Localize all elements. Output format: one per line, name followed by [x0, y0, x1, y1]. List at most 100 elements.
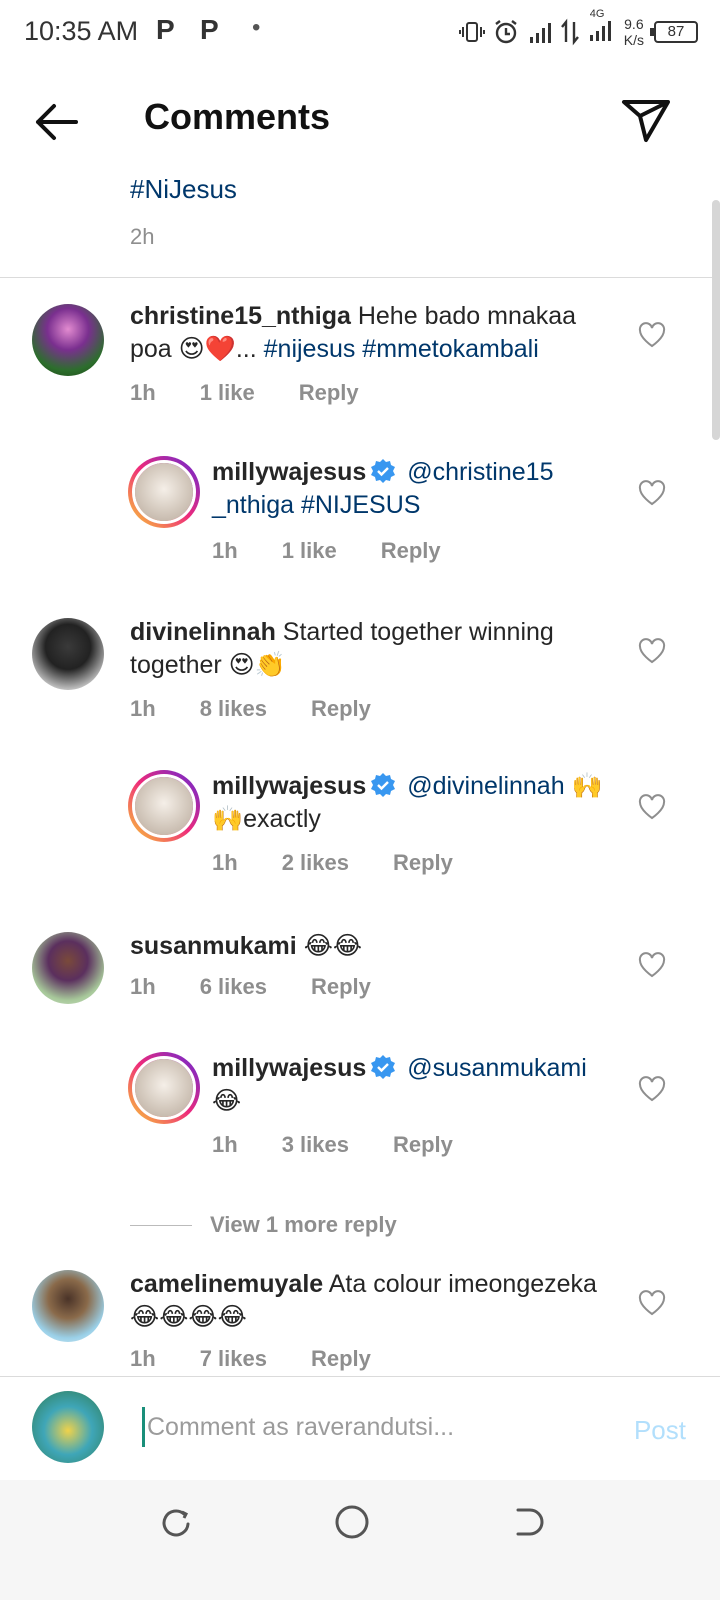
home-button[interactable]: [334, 1504, 370, 1540]
network-speed: 9.6 K/s: [623, 16, 644, 48]
heart-icon: [638, 480, 666, 506]
battery-icon: 87: [650, 21, 698, 43]
comment-time: 1h: [130, 974, 156, 999]
like-button[interactable]: [638, 638, 666, 664]
comment-meta: 1h 3 likes Reply: [212, 1132, 497, 1158]
comment-content: 😂😂: [296, 932, 363, 960]
comment-likes[interactable]: 1 like: [200, 380, 255, 406]
comment-text: susanmukami 😂😂: [130, 930, 620, 963]
comment-meta: 1h 1 like Reply: [130, 380, 403, 406]
comment-username[interactable]: camelinemuyale: [130, 1270, 323, 1298]
signal-icon: [529, 23, 551, 43]
comment-time: 1h: [212, 538, 238, 563]
notification-p-icon: P: [200, 14, 219, 45]
reply-button[interactable]: Reply: [299, 380, 359, 406]
reply-button[interactable]: Reply: [381, 538, 441, 564]
view-more-replies-label: View 1 more reply: [210, 1212, 397, 1237]
post-button[interactable]: Post: [634, 1415, 686, 1446]
reply-button[interactable]: Reply: [393, 1132, 453, 1158]
comment-meta: 1h 2 likes Reply: [212, 850, 497, 876]
comment-input[interactable]: [142, 1407, 582, 1447]
reply-button[interactable]: Reply: [311, 974, 371, 1000]
like-button[interactable]: [638, 322, 666, 348]
avatar[interactable]: [32, 304, 104, 376]
back-button[interactable]: [28, 94, 84, 150]
comment-text: divinelinnah Started together winning to…: [130, 616, 620, 682]
comment-text: millywajesus @susanmukami 😂: [212, 1052, 622, 1118]
view-more-replies[interactable]: View 1 more reply: [130, 1212, 397, 1238]
comment-likes[interactable]: 3 likes: [282, 1132, 349, 1158]
avatar[interactable]: [128, 1052, 200, 1124]
comment-composer: Post: [0, 1376, 720, 1480]
like-button[interactable]: [638, 480, 666, 506]
comment-meta: 1h 8 likes Reply: [130, 696, 415, 722]
header: Comments: [0, 66, 720, 174]
verified-badge-icon: [371, 773, 396, 797]
page-title: Comments: [144, 96, 331, 137]
avatar[interactable]: [32, 1270, 104, 1342]
back-nav-icon: [516, 1508, 544, 1536]
recents-icon: [162, 1509, 190, 1537]
recent-apps-button[interactable]: [158, 1504, 194, 1540]
verified-badge-icon: [371, 1055, 396, 1079]
status-icons: 4G 9.6 K/s 87: [458, 8, 698, 52]
heart-icon: [638, 1290, 666, 1316]
avatar[interactable]: [32, 932, 104, 1004]
signal-4g-icon: 4G: [586, 8, 614, 49]
comment-likes[interactable]: 7 likes: [200, 1346, 267, 1372]
arrow-left-icon: [36, 104, 78, 140]
comment-likes[interactable]: 2 likes: [282, 850, 349, 876]
comment-likes[interactable]: 1 like: [282, 538, 337, 564]
comment-time: 1h: [130, 696, 156, 721]
like-button[interactable]: [638, 952, 666, 978]
comment-mention[interactable]: @divinelinnah: [400, 772, 564, 800]
avatar[interactable]: [128, 456, 200, 528]
heart-icon: [638, 638, 666, 664]
comment-text: millywajesus @christine15 _nthiga #NIJES…: [212, 456, 602, 522]
system-nav-bar: [0, 1480, 720, 1600]
avatar[interactable]: [32, 618, 104, 690]
comment-hashtags[interactable]: #nijesus #mmetokambali: [264, 335, 539, 363]
like-button[interactable]: [638, 1076, 666, 1102]
comment-text: camelinemuyale Ata colour imeongezeka😂😂😂…: [130, 1268, 620, 1334]
comment-text: christine15_nthiga Hehe bado mnakaa poa …: [130, 300, 620, 366]
like-button[interactable]: [638, 794, 666, 820]
avatar[interactable]: [128, 770, 200, 842]
scrollbar[interactable]: [712, 200, 720, 440]
reply-button[interactable]: Reply: [311, 1346, 371, 1372]
comment-time: 1h: [130, 380, 156, 405]
comment-username[interactable]: christine15_nthiga: [130, 302, 351, 330]
comment-username[interactable]: millywajesus: [212, 458, 366, 486]
status-bar: 10:35 AM P P • 4G 9.6 K/s 87: [0, 0, 720, 66]
alarm-icon: [495, 20, 517, 44]
reply-button[interactable]: Reply: [311, 696, 371, 722]
verified-badge-icon: [371, 459, 396, 483]
vibrate-icon: [458, 22, 485, 42]
comment-time: 1h: [212, 1132, 238, 1157]
comment-meta: 1h 6 likes Reply: [130, 974, 415, 1000]
data-transfer-icon: [560, 18, 579, 46]
heart-icon: [638, 794, 666, 820]
comment-likes[interactable]: 6 likes: [200, 974, 267, 1000]
notification-p-icon: P: [156, 14, 175, 45]
divider: [0, 277, 720, 278]
comment-mention[interactable]: @susanmukami: [400, 1054, 587, 1082]
share-button[interactable]: [618, 92, 674, 148]
back-nav-button[interactable]: [510, 1504, 546, 1540]
paper-plane-icon: [622, 100, 670, 142]
caption-timestamp: 2h: [130, 224, 155, 249]
reply-button[interactable]: Reply: [393, 850, 453, 876]
comment-time: 1h: [212, 850, 238, 875]
notification-dot-icon: •: [252, 14, 261, 41]
comments-list[interactable]: #NiJesus 2h christine15_nthiga Hehe bado…: [0, 174, 720, 1404]
like-button[interactable]: [638, 1290, 666, 1316]
home-circle-icon: [335, 1505, 369, 1539]
comment-username[interactable]: millywajesus: [212, 1054, 366, 1082]
current-user-avatar: [32, 1391, 104, 1463]
comment-username[interactable]: susanmukami: [130, 932, 297, 960]
divider: [130, 1224, 192, 1226]
comment-likes[interactable]: 8 likes: [200, 696, 267, 722]
comment-username[interactable]: millywajesus: [212, 772, 366, 800]
comment-username[interactable]: divinelinnah: [130, 618, 276, 646]
caption-hashtag[interactable]: #NiJesus: [130, 174, 237, 205]
